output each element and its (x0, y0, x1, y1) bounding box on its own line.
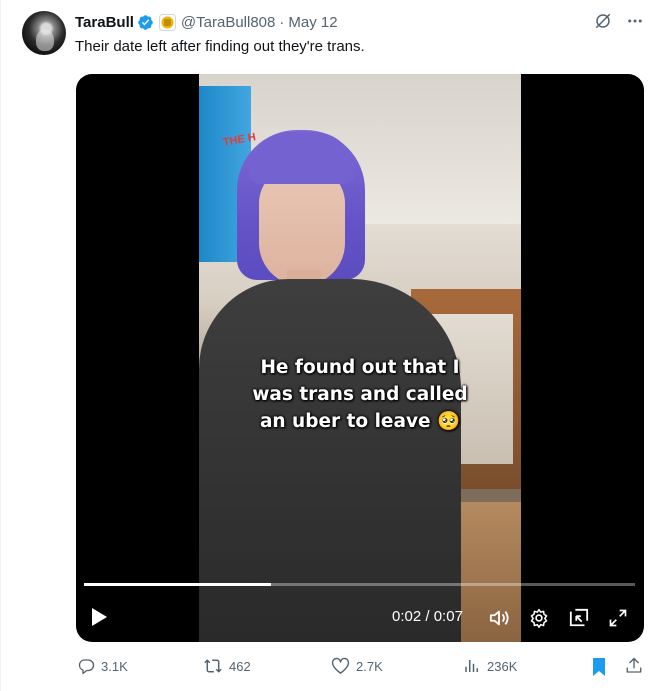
repost-icon[interactable] (203, 657, 223, 675)
tweet-top-actions (594, 12, 644, 30)
play-icon[interactable] (90, 607, 108, 632)
video-time-separator: / (425, 608, 430, 625)
tweet-text: Their date left after finding out they'r… (75, 38, 365, 55)
author-handle[interactable]: @TaraBull808 (181, 14, 275, 31)
views-count: 236K (487, 658, 518, 674)
video-time: 0:02 / 0:07 (392, 608, 463, 625)
reply-icon[interactable] (77, 657, 95, 675)
video-caption-line: He found out that I (260, 357, 460, 378)
bookmark-button[interactable] (591, 657, 607, 677)
reply-count: 3.1K (101, 658, 128, 674)
video-caption: He found out that I was trans and called… (199, 354, 521, 435)
views-button[interactable]: 236K (463, 657, 517, 675)
like-button[interactable]: 2.7K (331, 657, 383, 675)
video-player[interactable]: THE H He found out that I was trans and … (76, 74, 644, 642)
like-icon[interactable] (331, 657, 350, 675)
video-caption-line: an uber to leave 🥺 (259, 411, 461, 432)
share-icon[interactable] (625, 657, 643, 675)
person-hoodie (199, 279, 461, 642)
separator-dot: · (279, 13, 285, 31)
video-time-total: 0:07 (433, 608, 463, 625)
fullscreen-icon[interactable] (608, 608, 628, 633)
like-count: 2.7K (356, 658, 383, 674)
tweet-header: TaraBull @TaraBull808 · May 12 (75, 12, 338, 32)
avatar[interactable] (22, 11, 66, 55)
share-button[interactable] (625, 657, 643, 675)
video-controls: 0:02 / 0:07 (76, 602, 644, 634)
more-icon[interactable] (626, 12, 644, 30)
grok-icon[interactable] (594, 12, 612, 30)
tweet-actions: 3.1K 462 2.7K 236K (75, 657, 645, 679)
verified-badge-icon[interactable] (137, 14, 154, 31)
volume-icon[interactable] (488, 608, 510, 633)
repost-button[interactable]: 462 (203, 657, 251, 675)
video-time-current: 0:02 (392, 608, 422, 625)
video-progress-bar[interactable] (84, 583, 635, 586)
reply-button[interactable]: 3.1K (77, 657, 128, 675)
person-face (259, 166, 345, 286)
video-caption-line: was trans and called (252, 384, 468, 405)
views-icon[interactable] (463, 657, 481, 675)
video-progress-fill (84, 583, 272, 586)
tweet-date[interactable]: May 12 (288, 14, 337, 31)
author-name[interactable]: TaraBull (75, 14, 134, 31)
pip-icon[interactable] (568, 608, 590, 633)
tweet[interactable]: TaraBull @TaraBull808 · May 12 Their dat… (0, 0, 658, 691)
affiliate-badge-icon[interactable] (158, 13, 176, 31)
person-bangs (249, 132, 355, 184)
settings-icon[interactable] (529, 608, 549, 633)
repost-count: 462 (229, 658, 251, 674)
bookmark-icon[interactable] (591, 657, 607, 677)
